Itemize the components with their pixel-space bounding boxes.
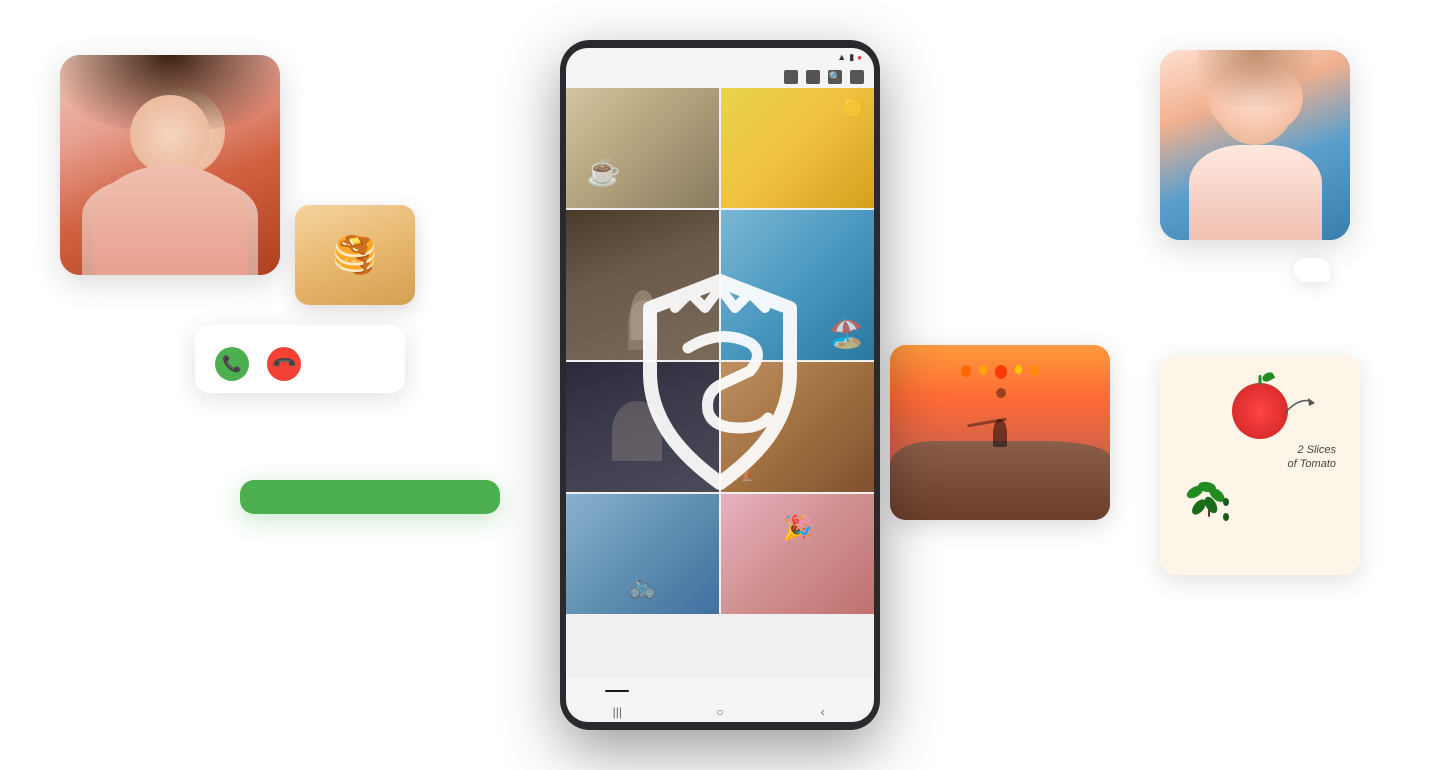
balloon-5: [1030, 365, 1039, 376]
photo-cell-5[interactable]: [566, 362, 719, 492]
tablet-device: ▲ ▮ ● ⧉ ▦ 🔍 ⋮ 🏖️ ⛵: [560, 40, 880, 730]
accept-call-button[interactable]: 📞: [215, 347, 249, 381]
phone-decline-icon: 📞: [270, 350, 298, 378]
photo-cell-1[interactable]: [566, 88, 719, 208]
pancake-photo: 🥞: [295, 205, 415, 305]
photo-cell-4[interactable]: 🏖️: [721, 210, 874, 360]
battery-icon: ▮: [849, 52, 854, 63]
status-icons: ▲ ▮ ●: [837, 52, 862, 63]
tablet-screen: ▲ ▮ ● ⧉ ▦ 🔍 ⋮ 🏖️ ⛵: [566, 48, 874, 722]
girl-photo-right: [1160, 50, 1350, 240]
photo-cell-6[interactable]: ⛵: [721, 362, 874, 492]
notification-dot: ●: [857, 53, 862, 62]
photo-grid: 🏖️ ⛵ 🚲 🎉: [566, 88, 874, 678]
photo-cell-2[interactable]: [721, 88, 874, 208]
balloon-4: [1015, 365, 1022, 374]
call-buttons: 📞 📞: [211, 347, 389, 381]
top-bar: ⧉ ▦ 🔍 ⋮: [566, 66, 874, 88]
profile-person-image: [60, 55, 280, 275]
back-button[interactable]: ‹: [815, 704, 831, 720]
wifi-icon: ▲: [837, 52, 846, 62]
balloon-2: [979, 365, 987, 375]
search-icon[interactable]: 🔍: [828, 70, 842, 84]
profile-photo: [60, 55, 280, 275]
balloons-group: [961, 365, 1039, 379]
photo-cell-3[interactable]: [566, 210, 719, 360]
recipe-card: 2 Slicesof Tomato: [1160, 355, 1360, 575]
more-icon[interactable]: ⋮: [850, 70, 864, 84]
girl-person-image: [1160, 50, 1350, 240]
tab-pictures[interactable]: [605, 688, 629, 692]
tomato-illustration: [1232, 383, 1288, 439]
home-button[interactable]: ○: [712, 704, 728, 720]
nav-buttons: ||| ○ ‹: [566, 702, 874, 722]
photo-cell-8[interactable]: 🎉: [721, 494, 874, 614]
status-bar: ▲ ▮ ●: [566, 48, 874, 66]
recent-apps-button[interactable]: |||: [609, 704, 625, 720]
bottom-nav: ||| ○ ‹: [566, 678, 874, 722]
balloon-3: [995, 365, 1007, 379]
call-notification: 📞 📞: [195, 325, 405, 393]
meeting-notification: [240, 480, 500, 514]
balloon-1: [961, 365, 971, 377]
landscape-photo: [890, 345, 1110, 520]
decline-call-button[interactable]: 📞: [267, 347, 301, 381]
gallery-icon[interactable]: ▦: [806, 70, 820, 84]
photo-cell-7[interactable]: 🚲: [566, 494, 719, 614]
screen-mirror-icon[interactable]: ⧉: [784, 70, 798, 84]
phone-accept-icon: 📞: [222, 354, 242, 374]
message-bubble: [1294, 258, 1330, 282]
olive-illustration: [1184, 482, 1234, 517]
nav-tabs: [566, 678, 874, 702]
